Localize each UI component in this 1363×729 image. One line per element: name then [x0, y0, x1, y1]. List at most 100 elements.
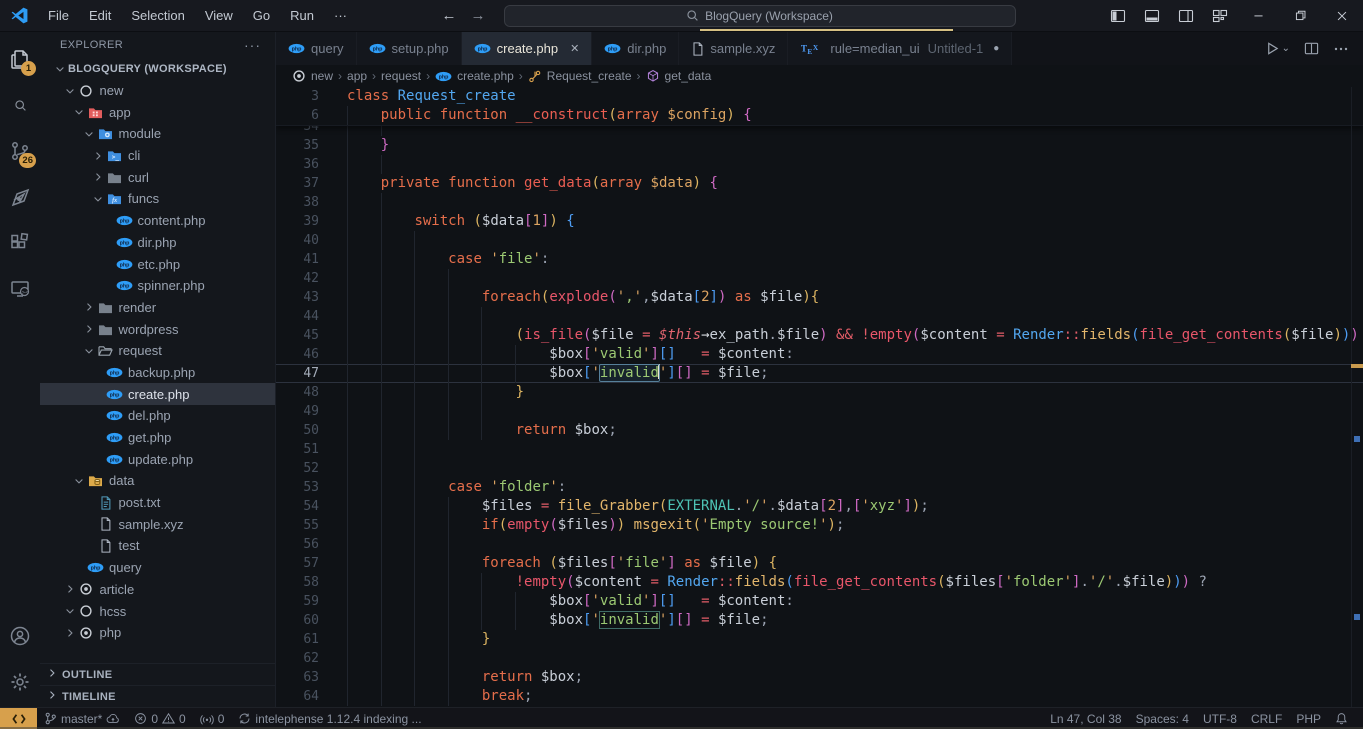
tree-item-funcs[interactable]: fxfuncs	[40, 188, 275, 210]
tree-item-content-php[interactable]: phpcontent.php	[40, 210, 275, 232]
folder-gray-icon	[98, 301, 113, 314]
status-ports[interactable]: 0	[193, 708, 232, 729]
tree-item-etc-php[interactable]: phpetc.php	[40, 253, 275, 275]
tree-item-spinner-php[interactable]: phpspinner.php	[40, 275, 275, 297]
back-arrow-icon[interactable]: ←	[442, 7, 457, 24]
status-label: 0	[151, 712, 158, 726]
tab-create-php[interactable]: phpcreate.php✕	[462, 32, 593, 65]
breadcrumb-item-create-php[interactable]: phpcreate.php	[435, 69, 514, 83]
activity-source-control[interactable]: 26	[0, 128, 40, 174]
breadcrumb-item-request[interactable]: request	[381, 69, 421, 83]
split-editor-button[interactable]	[1304, 41, 1319, 56]
menu-item-view[interactable]: View	[196, 5, 242, 26]
tree-item-module[interactable]: module	[40, 123, 275, 145]
tree-item-curl[interactable]: curl	[40, 166, 275, 188]
tab-query[interactable]: phpquery	[276, 32, 357, 65]
status-indentation[interactable]: Spaces: 4	[1129, 708, 1196, 729]
code-line-47: 47 $box['invalid'][] = $file;	[276, 364, 1363, 383]
breadcrumb-item-get_data[interactable]: get_data	[646, 69, 712, 83]
indent-guide	[381, 212, 382, 231]
tree-item-query[interactable]: phpquery	[40, 557, 275, 579]
tree-item-del-php[interactable]: phpdel.php	[40, 405, 275, 427]
tree-item-php[interactable]: php	[40, 622, 275, 644]
section-outline[interactable]: OUTLINE	[40, 663, 275, 685]
close-tab-icon[interactable]: ✕	[570, 42, 579, 55]
indent-guide	[414, 440, 415, 459]
code-text: $box['valid'][] = $content:	[347, 345, 1363, 364]
minimize-button[interactable]	[1237, 0, 1279, 31]
status-encoding[interactable]: UTF-8	[1196, 708, 1244, 729]
status-cursor-position[interactable]: Ln 47, Col 38	[1043, 708, 1128, 729]
indent-guide	[481, 364, 482, 383]
tree-item-new[interactable]: new	[40, 80, 275, 102]
activity-remote-explorer[interactable]: ><	[0, 266, 40, 312]
code-line-36: 36	[276, 155, 1363, 174]
menu-item-selection[interactable]: Selection	[122, 5, 193, 26]
breadcrumb-item-app[interactable]: app	[347, 69, 367, 83]
overview-ruler[interactable]	[1351, 87, 1363, 707]
status-git-branch[interactable]: master*	[37, 708, 127, 729]
more-actions-button[interactable]	[1333, 41, 1349, 57]
restore-button[interactable]	[1279, 0, 1321, 31]
status-eol[interactable]: CRLF	[1244, 708, 1289, 729]
tab-dir-php[interactable]: phpdir.php	[592, 32, 679, 65]
forward-arrow-icon[interactable]: →	[471, 7, 486, 24]
run-button[interactable]: ⌄	[1265, 41, 1290, 56]
activity-explorer[interactable]: 1	[0, 36, 40, 82]
indent-guide	[347, 193, 348, 212]
tree-item-cli[interactable]: >_cli	[40, 145, 275, 167]
tab-sample-xyz[interactable]: sample.xyz	[679, 32, 788, 65]
layout-grid-button[interactable]	[1203, 0, 1237, 31]
tab-rule-median_ui[interactable]: TEXrule=median_uiUntitled-1●	[788, 32, 1012, 65]
code-line-52: 52	[276, 459, 1363, 478]
command-center-search[interactable]: BlogQuery (Workspace)	[504, 5, 1016, 27]
tree-item-test[interactable]: test	[40, 535, 275, 557]
status-notifications[interactable]	[1328, 708, 1355, 729]
menu-item-moremoremore[interactable]: ···	[325, 5, 356, 26]
menu-item-edit[interactable]: Edit	[80, 5, 120, 26]
layout-panel-button[interactable]	[1135, 0, 1169, 31]
section-timeline[interactable]: TIMELINE	[40, 685, 275, 707]
tab-setup-php[interactable]: phpsetup.php	[357, 32, 462, 65]
code-text: public function __construct(array $confi…	[347, 106, 1363, 125]
menu-item-go[interactable]: Go	[244, 5, 279, 26]
layout-sidebar-left-button[interactable]	[1101, 0, 1135, 31]
code-editor[interactable]: 3class Request_create6 public function _…	[276, 87, 1363, 707]
tree-item-sample-xyz[interactable]: sample.xyz	[40, 513, 275, 535]
status-label: intelephense 1.12.4 indexing ...	[255, 712, 421, 726]
tree-item-wordpress[interactable]: wordpress	[40, 318, 275, 340]
chevron-down-icon	[73, 106, 85, 118]
layout-sidebar-right-button[interactable]	[1169, 0, 1203, 31]
tree-item-get-php[interactable]: phpget.php	[40, 427, 275, 449]
status-problems[interactable]: 00	[127, 708, 192, 729]
menu-item-run[interactable]: Run	[281, 5, 323, 26]
tree-item-render[interactable]: render	[40, 297, 275, 319]
status-language-status[interactable]: intelephense 1.12.4 indexing ...	[231, 708, 428, 729]
indent-guide	[347, 649, 348, 668]
breadcrumb-item-new[interactable]: new	[292, 69, 333, 83]
activity-accounts[interactable]	[0, 613, 40, 659]
close-button[interactable]	[1321, 0, 1363, 31]
tree-item-app[interactable]: app	[40, 101, 275, 123]
tree-item-post-txt[interactable]: post.txt	[40, 492, 275, 514]
tree-item-backup-php[interactable]: phpbackup.php	[40, 362, 275, 384]
indent-guide	[414, 402, 415, 421]
menu-item-file[interactable]: File	[39, 5, 78, 26]
tree-item-update-php[interactable]: phpupdate.php	[40, 448, 275, 470]
status-language-mode[interactable]: PHP	[1289, 708, 1328, 729]
code-line-56: 56	[276, 535, 1363, 554]
breadcrumb-item-Request_create[interactable]: Request_create	[528, 69, 632, 83]
workspace-root[interactable]: BLOGQUERY (WORKSPACE)	[40, 58, 275, 80]
activity-search[interactable]	[0, 82, 40, 128]
tree-item-dir-php[interactable]: phpdir.php	[40, 232, 275, 254]
tree-item-request[interactable]: request	[40, 340, 275, 362]
explorer-more-actions[interactable]: ···	[244, 37, 261, 53]
tree-item-create-php[interactable]: phpcreate.php	[40, 383, 275, 405]
activity-extensions[interactable]	[0, 220, 40, 266]
tree-item-data[interactable]: data	[40, 470, 275, 492]
activity-run-debug[interactable]	[0, 174, 40, 220]
tree-item-hcss[interactable]: hcss	[40, 600, 275, 622]
tree-item-article[interactable]: article	[40, 579, 275, 601]
activity-settings[interactable]	[0, 659, 40, 705]
status-remote-indicator[interactable]	[0, 708, 37, 729]
